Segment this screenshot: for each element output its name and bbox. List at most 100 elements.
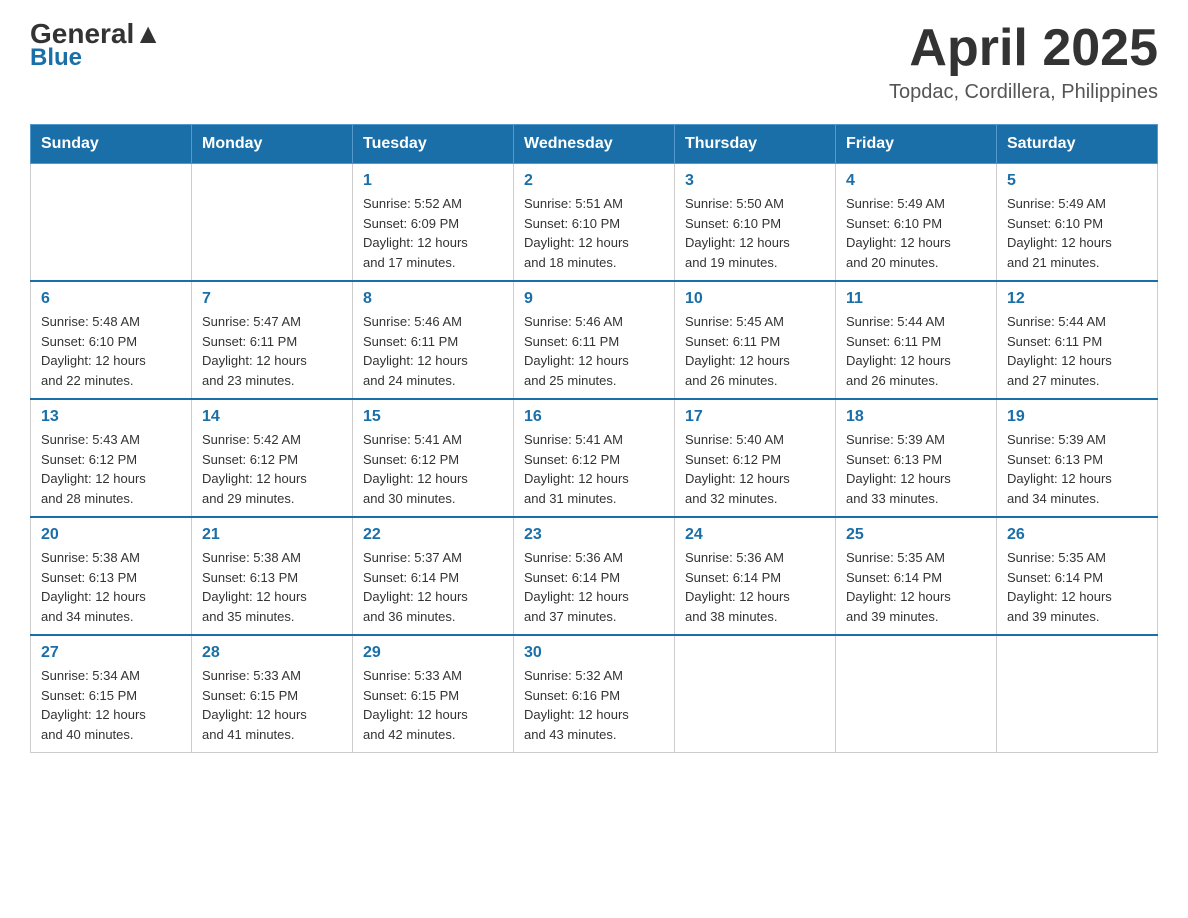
day-number: 5 <box>1007 172 1147 190</box>
day-number: 12 <box>1007 290 1147 308</box>
calendar-cell: 7 Sunrise: 5:47 AM Sunset: 6:11 PM Daylig… <box>192 281 353 399</box>
calendar-cell: 2 Sunrise: 5:51 AM Sunset: 6:10 PM Daylig… <box>514 164 675 282</box>
calendar-cell: 16 Sunrise: 5:41 AM Sunset: 6:12 PM Dayli… <box>514 399 675 517</box>
day-number: 23 <box>524 526 664 544</box>
day-number: 22 <box>363 526 503 544</box>
calendar-cell: 19 Sunrise: 5:39 AM Sunset: 6:13 PM Dayli… <box>997 399 1158 517</box>
day-info: Sunrise: 5:41 AM Sunset: 6:12 PM Dayligh… <box>363 430 503 508</box>
day-info: Sunrise: 5:46 AM Sunset: 6:11 PM Dayligh… <box>363 312 503 390</box>
calendar-cell <box>31 164 192 282</box>
calendar-cell: 27 Sunrise: 5:34 AM Sunset: 6:15 PM Dayli… <box>31 635 192 753</box>
day-number: 3 <box>685 172 825 190</box>
day-info: Sunrise: 5:41 AM Sunset: 6:12 PM Dayligh… <box>524 430 664 508</box>
day-info: Sunrise: 5:49 AM Sunset: 6:10 PM Dayligh… <box>846 194 986 272</box>
day-number: 6 <box>41 290 181 308</box>
day-info: Sunrise: 5:39 AM Sunset: 6:13 PM Dayligh… <box>846 430 986 508</box>
calendar-cell <box>192 164 353 282</box>
day-info: Sunrise: 5:47 AM Sunset: 6:11 PM Dayligh… <box>202 312 342 390</box>
day-info: Sunrise: 5:44 AM Sunset: 6:11 PM Dayligh… <box>846 312 986 390</box>
calendar-cell <box>675 635 836 753</box>
week-row-1: 1 Sunrise: 5:52 AM Sunset: 6:09 PM Daylig… <box>31 164 1158 282</box>
calendar-cell: 30 Sunrise: 5:32 AM Sunset: 6:16 PM Dayli… <box>514 635 675 753</box>
day-number: 2 <box>524 172 664 190</box>
calendar-cell: 26Sunrise: 5:35 AM Sunset: 6:14 PM Dayli… <box>997 517 1158 635</box>
day-info: Sunrise: 5:43 AM Sunset: 6:12 PM Dayligh… <box>41 430 181 508</box>
calendar-header-thursday: Thursday <box>675 125 836 164</box>
day-number: 4 <box>846 172 986 190</box>
day-number: 7 <box>202 290 342 308</box>
day-number: 21 <box>202 526 342 544</box>
day-info: Sunrise: 5:35 AM Sunset: 6:14 PM Dayligh… <box>846 548 986 626</box>
day-info: Sunrise: 5:37 AM Sunset: 6:14 PM Dayligh… <box>363 548 503 626</box>
calendar-cell: 13 Sunrise: 5:43 AM Sunset: 6:12 PM Dayli… <box>31 399 192 517</box>
title-block: April 2025 Topdac, Cordillera, Philippin… <box>889 20 1158 104</box>
day-info: Sunrise: 5:51 AM Sunset: 6:10 PM Dayligh… <box>524 194 664 272</box>
day-number: 18 <box>846 408 986 426</box>
calendar-cell: 21Sunrise: 5:38 AM Sunset: 6:13 PM Dayli… <box>192 517 353 635</box>
day-info: Sunrise: 5:45 AM Sunset: 6:11 PM Dayligh… <box>685 312 825 390</box>
day-info: Sunrise: 5:48 AM Sunset: 6:10 PM Dayligh… <box>41 312 181 390</box>
week-row-3: 13 Sunrise: 5:43 AM Sunset: 6:12 PM Dayli… <box>31 399 1158 517</box>
day-info: Sunrise: 5:49 AM Sunset: 6:10 PM Dayligh… <box>1007 194 1147 272</box>
day-number: 8 <box>363 290 503 308</box>
day-number: 15 <box>363 408 503 426</box>
calendar-cell: 10 Sunrise: 5:45 AM Sunset: 6:11 PM Dayli… <box>675 281 836 399</box>
day-number: 24 <box>685 526 825 544</box>
day-info: Sunrise: 5:44 AM Sunset: 6:11 PM Dayligh… <box>1007 312 1147 390</box>
day-number: 16 <box>524 408 664 426</box>
day-info: Sunrise: 5:34 AM Sunset: 6:15 PM Dayligh… <box>41 666 181 744</box>
calendar-cell: 24 Sunrise: 5:36 AM Sunset: 6:14 PM Dayli… <box>675 517 836 635</box>
calendar-cell: 11 Sunrise: 5:44 AM Sunset: 6:11 PM Dayli… <box>836 281 997 399</box>
calendar-cell <box>836 635 997 753</box>
day-number: 17 <box>685 408 825 426</box>
calendar-cell: 5 Sunrise: 5:49 AM Sunset: 6:10 PM Daylig… <box>997 164 1158 282</box>
calendar-table: SundayMondayTuesdayWednesdayThursdayFrid… <box>30 124 1158 753</box>
day-info: Sunrise: 5:50 AM Sunset: 6:10 PM Dayligh… <box>685 194 825 272</box>
day-number: 30 <box>524 644 664 662</box>
day-number: 19 <box>1007 408 1147 426</box>
calendar-cell: 17 Sunrise: 5:40 AM Sunset: 6:12 PM Dayli… <box>675 399 836 517</box>
day-info: Sunrise: 5:52 AM Sunset: 6:09 PM Dayligh… <box>363 194 503 272</box>
week-row-5: 27 Sunrise: 5:34 AM Sunset: 6:15 PM Dayli… <box>31 635 1158 753</box>
day-number: 28 <box>202 644 342 662</box>
calendar-cell: 14Sunrise: 5:42 AM Sunset: 6:12 PM Dayli… <box>192 399 353 517</box>
day-info: Sunrise: 5:33 AM Sunset: 6:15 PM Dayligh… <box>202 666 342 744</box>
week-row-4: 20 Sunrise: 5:38 AM Sunset: 6:13 PM Dayli… <box>31 517 1158 635</box>
day-info: Sunrise: 5:40 AM Sunset: 6:12 PM Dayligh… <box>685 430 825 508</box>
calendar-cell: 15 Sunrise: 5:41 AM Sunset: 6:12 PM Dayli… <box>353 399 514 517</box>
day-number: 9 <box>524 290 664 308</box>
day-info: Sunrise: 5:36 AM Sunset: 6:14 PM Dayligh… <box>685 548 825 626</box>
day-info: Sunrise: 5:42 AM Sunset: 6:12 PM Dayligh… <box>202 430 342 508</box>
calendar-cell: 4 Sunrise: 5:49 AM Sunset: 6:10 PM Daylig… <box>836 164 997 282</box>
day-number: 27 <box>41 644 181 662</box>
calendar-cell: 9 Sunrise: 5:46 AM Sunset: 6:11 PM Daylig… <box>514 281 675 399</box>
calendar-cell: 3 Sunrise: 5:50 AM Sunset: 6:10 PM Daylig… <box>675 164 836 282</box>
day-number: 20 <box>41 526 181 544</box>
location: Topdac, Cordillera, Philippines <box>889 81 1158 104</box>
week-row-2: 6 Sunrise: 5:48 AM Sunset: 6:10 PM Daylig… <box>31 281 1158 399</box>
day-number: 29 <box>363 644 503 662</box>
day-info: Sunrise: 5:32 AM Sunset: 6:16 PM Dayligh… <box>524 666 664 744</box>
day-info: Sunrise: 5:46 AM Sunset: 6:11 PM Dayligh… <box>524 312 664 390</box>
calendar-header-sunday: Sunday <box>31 125 192 164</box>
day-number: 26 <box>1007 526 1147 544</box>
day-number: 1 <box>363 172 503 190</box>
day-info: Sunrise: 5:38 AM Sunset: 6:13 PM Dayligh… <box>41 548 181 626</box>
calendar-cell: 22 Sunrise: 5:37 AM Sunset: 6:14 PM Dayli… <box>353 517 514 635</box>
day-number: 25 <box>846 526 986 544</box>
day-number: 10 <box>685 290 825 308</box>
day-info: Sunrise: 5:39 AM Sunset: 6:13 PM Dayligh… <box>1007 430 1147 508</box>
day-number: 13 <box>41 408 181 426</box>
calendar-cell: 6 Sunrise: 5:48 AM Sunset: 6:10 PM Daylig… <box>31 281 192 399</box>
calendar-cell: 8 Sunrise: 5:46 AM Sunset: 6:11 PM Daylig… <box>353 281 514 399</box>
calendar-cell: 12 Sunrise: 5:44 AM Sunset: 6:11 PM Dayli… <box>997 281 1158 399</box>
calendar-cell: 29Sunrise: 5:33 AM Sunset: 6:15 PM Dayli… <box>353 635 514 753</box>
calendar-header-row: SundayMondayTuesdayWednesdayThursdayFrid… <box>31 125 1158 164</box>
day-number: 11 <box>846 290 986 308</box>
calendar-cell: 20 Sunrise: 5:38 AM Sunset: 6:13 PM Dayli… <box>31 517 192 635</box>
calendar-header-monday: Monday <box>192 125 353 164</box>
calendar-cell <box>997 635 1158 753</box>
logo: General▲ Blue <box>30 20 162 72</box>
calendar-cell: 23Sunrise: 5:36 AM Sunset: 6:14 PM Dayli… <box>514 517 675 635</box>
month-title: April 2025 <box>889 20 1158 77</box>
